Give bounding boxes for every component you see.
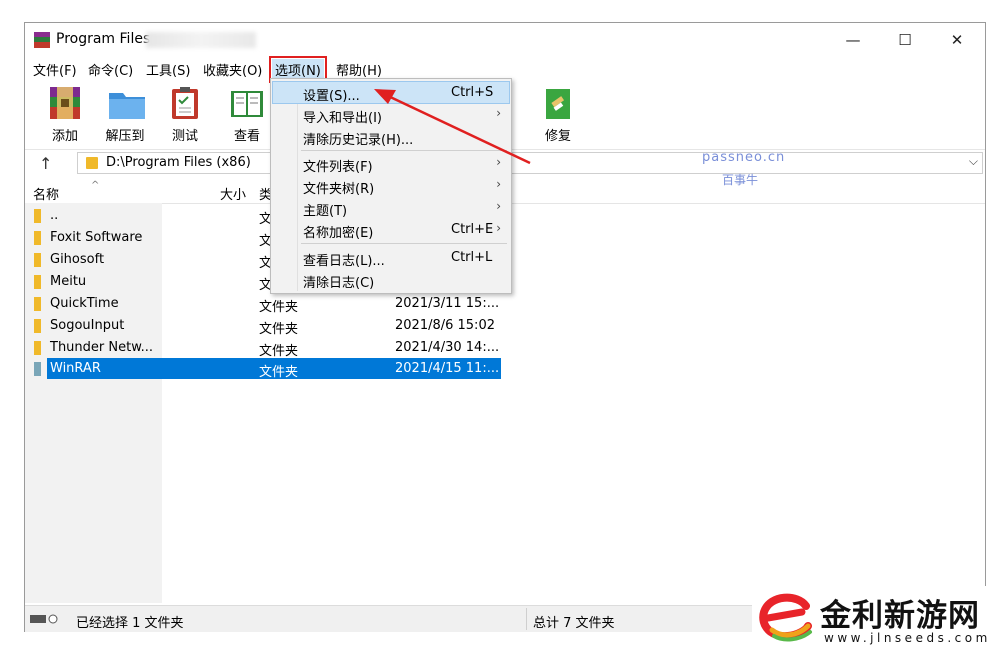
menu-item-clear-history[interactable]: 清除历史记录(H)... [273,126,509,148]
winrar-app-icon [34,32,50,48]
status-total: 总计 7 文件夹 [533,616,615,631]
list-item[interactable]: QuickTime 文件夹 2021/3/11 15:... [25,293,505,315]
repair-icon [540,85,576,121]
folder-icon [34,253,41,267]
menu-tools[interactable]: 工具(S) [143,59,193,80]
up-arrow-icon[interactable]: ↑ [39,154,52,173]
menu-item-clear-log[interactable]: 清除日志(C) [273,269,509,291]
menu-help[interactable]: 帮助(H) [333,59,385,80]
status-divider [526,608,527,630]
menu-item-import-export[interactable]: 导入和导出(I) › [273,104,509,126]
folder-icon [34,231,41,245]
watermark-url: passneo.cn [702,150,786,165]
add-button[interactable]: 添加 [37,85,93,144]
folder-icon [34,341,41,355]
chevron-right-icon: › [496,221,501,235]
folder-icon [86,157,98,169]
column-size[interactable]: 大小 [220,184,246,203]
logo-text: 金利新游网 [820,598,980,634]
menu-item-view-log[interactable]: 查看日志(L)... Ctrl+L [273,247,509,269]
chevron-right-icon: › [496,155,501,169]
address-path: D:\Program Files (x86) [106,155,251,170]
chevron-down-icon[interactable]: ⌵ [969,154,978,169]
blurred-title-suffix [146,32,256,48]
sort-ascending-icon: ^ [91,180,100,191]
test-label: 测试 [171,129,198,144]
folder-icon [34,209,41,223]
menu-item-folder-tree[interactable]: 文件夹树(R) › [273,175,509,197]
view-label: 查看 [233,129,260,144]
extract-to-label: 解压到 [105,129,145,144]
chevron-right-icon: › [496,199,501,213]
menu-file[interactable]: 文件(F) [30,59,80,80]
extract-folder-icon [107,85,145,121]
logo-url: www.jlnseeds.com [824,631,991,645]
folder-icon [34,297,41,311]
close-button[interactable]: ✕ [934,23,980,56]
watermark-brand: 百事牛 [722,173,759,187]
menu-item-name-encryption[interactable]: 名称加密(E) Ctrl+E › [273,219,509,241]
folder-icon [34,319,41,333]
window-title: Program Files [56,31,151,47]
repair-button[interactable]: 修复 [530,85,586,144]
menu-bar: 文件(F) 命令(C) 工具(S) 收藏夹(O) 选项(N) 帮助(H) [25,56,985,83]
status-selection: 已经选择 1 文件夹 [76,616,184,631]
menu-commands[interactable]: 命令(C) [85,59,136,80]
extract-to-button[interactable]: 解压到 [97,85,153,144]
logo-e-icon [759,593,812,642]
menu-favorites[interactable]: 收藏夹(O) [200,59,265,80]
repair-label: 修复 [544,129,571,144]
chevron-right-icon: › [496,106,501,120]
list-item[interactable]: SogouInput 文件夹 2021/8/6 15:02 [25,315,505,337]
test-button[interactable]: 测试 [157,85,213,144]
address-field[interactable]: D:\Program Files (x86) ⌵ [77,152,983,174]
options-dropdown-menu: 设置(S)... Ctrl+S 导入和导出(I) › 清除历史记录(H)... 文件… [270,78,512,294]
list-item-selected[interactable]: WinRAR 文件夹 2021/4/15 11:... [25,358,505,380]
menu-separator [301,243,507,244]
folder-icon [34,275,41,289]
drive-icon [30,614,58,624]
menu-separator [301,150,507,151]
maximize-button[interactable]: ☐ [882,23,928,56]
menu-item-themes[interactable]: 主题(T) › [273,197,509,219]
view-button[interactable]: 查看 [219,85,275,144]
menu-options[interactable]: 选项(N) [269,56,327,83]
title-bar[interactable]: Program Files — ☐ ✕ [25,23,985,56]
chevron-right-icon: › [496,177,501,191]
site-logo: 金利新游网 www.jlnseeds.com [752,586,1005,651]
view-book-icon [229,85,265,121]
menu-item-file-list[interactable]: 文件列表(F) › [273,153,509,175]
menu-item-settings[interactable]: 设置(S)... Ctrl+S [272,81,510,104]
minimize-button[interactable]: — [830,23,876,56]
list-item[interactable]: Thunder Netw... 文件夹 2021/4/30 14:... [25,337,505,359]
column-name[interactable]: 名称 [33,184,59,203]
add-label: 添加 [51,129,78,144]
test-clipboard-icon [167,85,203,121]
folder-icon [34,362,41,376]
winrar-add-icon [47,85,83,121]
